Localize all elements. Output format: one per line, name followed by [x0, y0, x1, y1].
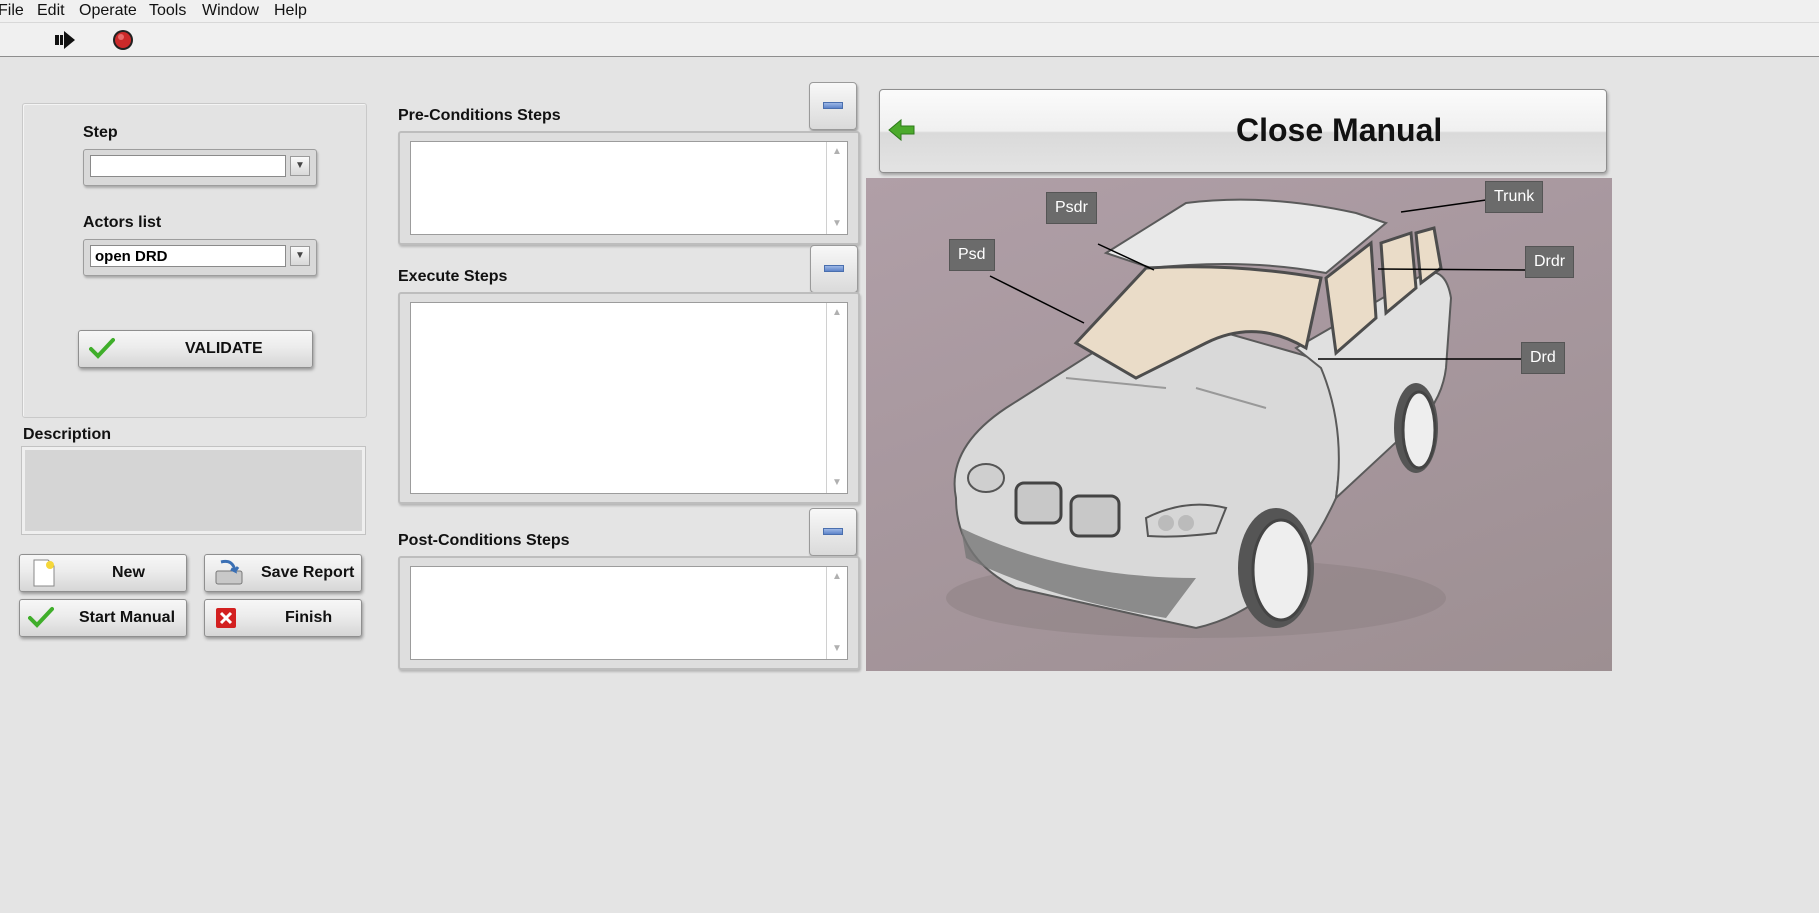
checkmark-icon	[89, 337, 115, 364]
callout-drd: Drd	[1522, 343, 1564, 373]
step-combobox-value[interactable]	[90, 155, 286, 177]
new-button[interactable]: New	[19, 554, 187, 592]
post-conditions-scrollbar[interactable]: ▲ ▼	[826, 567, 847, 659]
scroll-down-icon[interactable]: ▼	[827, 641, 847, 657]
finish-button-label: Finish	[285, 609, 333, 626]
menu-bar: File Edit Operate Tools Window Help	[0, 0, 1819, 23]
step-label: Step	[83, 124, 118, 141]
chevron-down-icon[interactable]: ▼	[290, 156, 310, 176]
pre-conditions-frame: ▲ ▼	[398, 131, 860, 245]
pre-conditions-scrollbar[interactable]: ▲ ▼	[826, 142, 847, 234]
close-manual-button[interactable]: Close Manual	[879, 89, 1607, 173]
pre-conditions-label: Pre-Conditions Steps	[398, 107, 561, 124]
pre-conditions-textarea[interactable]: ▲ ▼	[410, 141, 848, 235]
save-report-icon	[213, 559, 245, 592]
actors-list-value[interactable]: open DRD	[90, 245, 286, 267]
scroll-down-icon[interactable]: ▼	[827, 216, 847, 232]
start-manual-button-label: Start Manual	[79, 609, 176, 626]
post-conditions-label: Post-Conditions Steps	[398, 532, 570, 549]
scroll-up-icon[interactable]: ▲	[827, 144, 847, 160]
execute-steps-textarea[interactable]: ▲ ▼	[410, 302, 848, 494]
post-conditions-frame: ▲ ▼	[398, 556, 860, 670]
scroll-up-icon[interactable]: ▲	[827, 569, 847, 585]
new-button-label: New	[112, 564, 145, 581]
save-report-button-label: Save Report	[261, 564, 355, 581]
callout-drdr: Drdr	[1526, 247, 1574, 277]
minus-icon	[823, 528, 843, 535]
callout-psd: Psd	[950, 240, 994, 270]
validate-button-label: VALIDATE	[185, 340, 263, 357]
minus-icon	[823, 102, 843, 109]
menu-help[interactable]: Help	[274, 1, 307, 21]
stop-icon[interactable]	[110, 27, 136, 53]
menu-tools[interactable]: Tools	[149, 1, 186, 21]
car-diagram: Psdr Psd Trunk Drdr Drd	[866, 178, 1612, 671]
post-conditions-collapse-button[interactable]	[809, 508, 857, 556]
scroll-up-icon[interactable]: ▲	[827, 305, 847, 321]
scroll-down-icon[interactable]: ▼	[827, 475, 847, 491]
menu-edit[interactable]: Edit	[37, 1, 65, 21]
callout-trunk: Trunk	[1486, 182, 1543, 212]
post-conditions-textarea[interactable]: ▲ ▼	[410, 566, 848, 660]
back-arrow-icon	[888, 118, 916, 146]
callout-psdr: Psdr	[1047, 193, 1096, 223]
description-field	[21, 446, 366, 535]
actors-list-combobox[interactable]: open DRD ▼	[83, 239, 317, 276]
menu-window[interactable]: Window	[202, 1, 259, 21]
new-document-icon	[32, 559, 56, 592]
validate-button[interactable]: VALIDATE	[78, 330, 313, 368]
finish-button[interactable]: Finish	[204, 599, 362, 637]
step-combobox[interactable]: ▼	[83, 149, 317, 186]
minus-icon	[824, 265, 844, 272]
chevron-down-icon[interactable]: ▼	[290, 246, 310, 266]
execute-steps-frame: ▲ ▼	[398, 292, 860, 504]
toolbar	[0, 23, 1819, 57]
run-arrow-icon[interactable]	[52, 27, 78, 53]
menu-file[interactable]: File	[0, 1, 24, 21]
close-manual-label: Close Manual	[1236, 112, 1443, 148]
execute-steps-collapse-button[interactable]	[810, 245, 858, 293]
menu-operate[interactable]: Operate	[79, 1, 137, 21]
save-report-button[interactable]: Save Report	[204, 554, 362, 592]
pre-conditions-collapse-button[interactable]	[809, 82, 857, 130]
execute-steps-scrollbar[interactable]: ▲ ▼	[826, 303, 847, 493]
checkmark-icon	[28, 606, 54, 633]
execute-steps-label: Execute Steps	[398, 268, 508, 285]
actors-list-label: Actors list	[83, 214, 162, 231]
start-manual-button[interactable]: Start Manual	[19, 599, 187, 637]
close-icon	[216, 608, 236, 633]
description-label: Description	[23, 426, 112, 443]
